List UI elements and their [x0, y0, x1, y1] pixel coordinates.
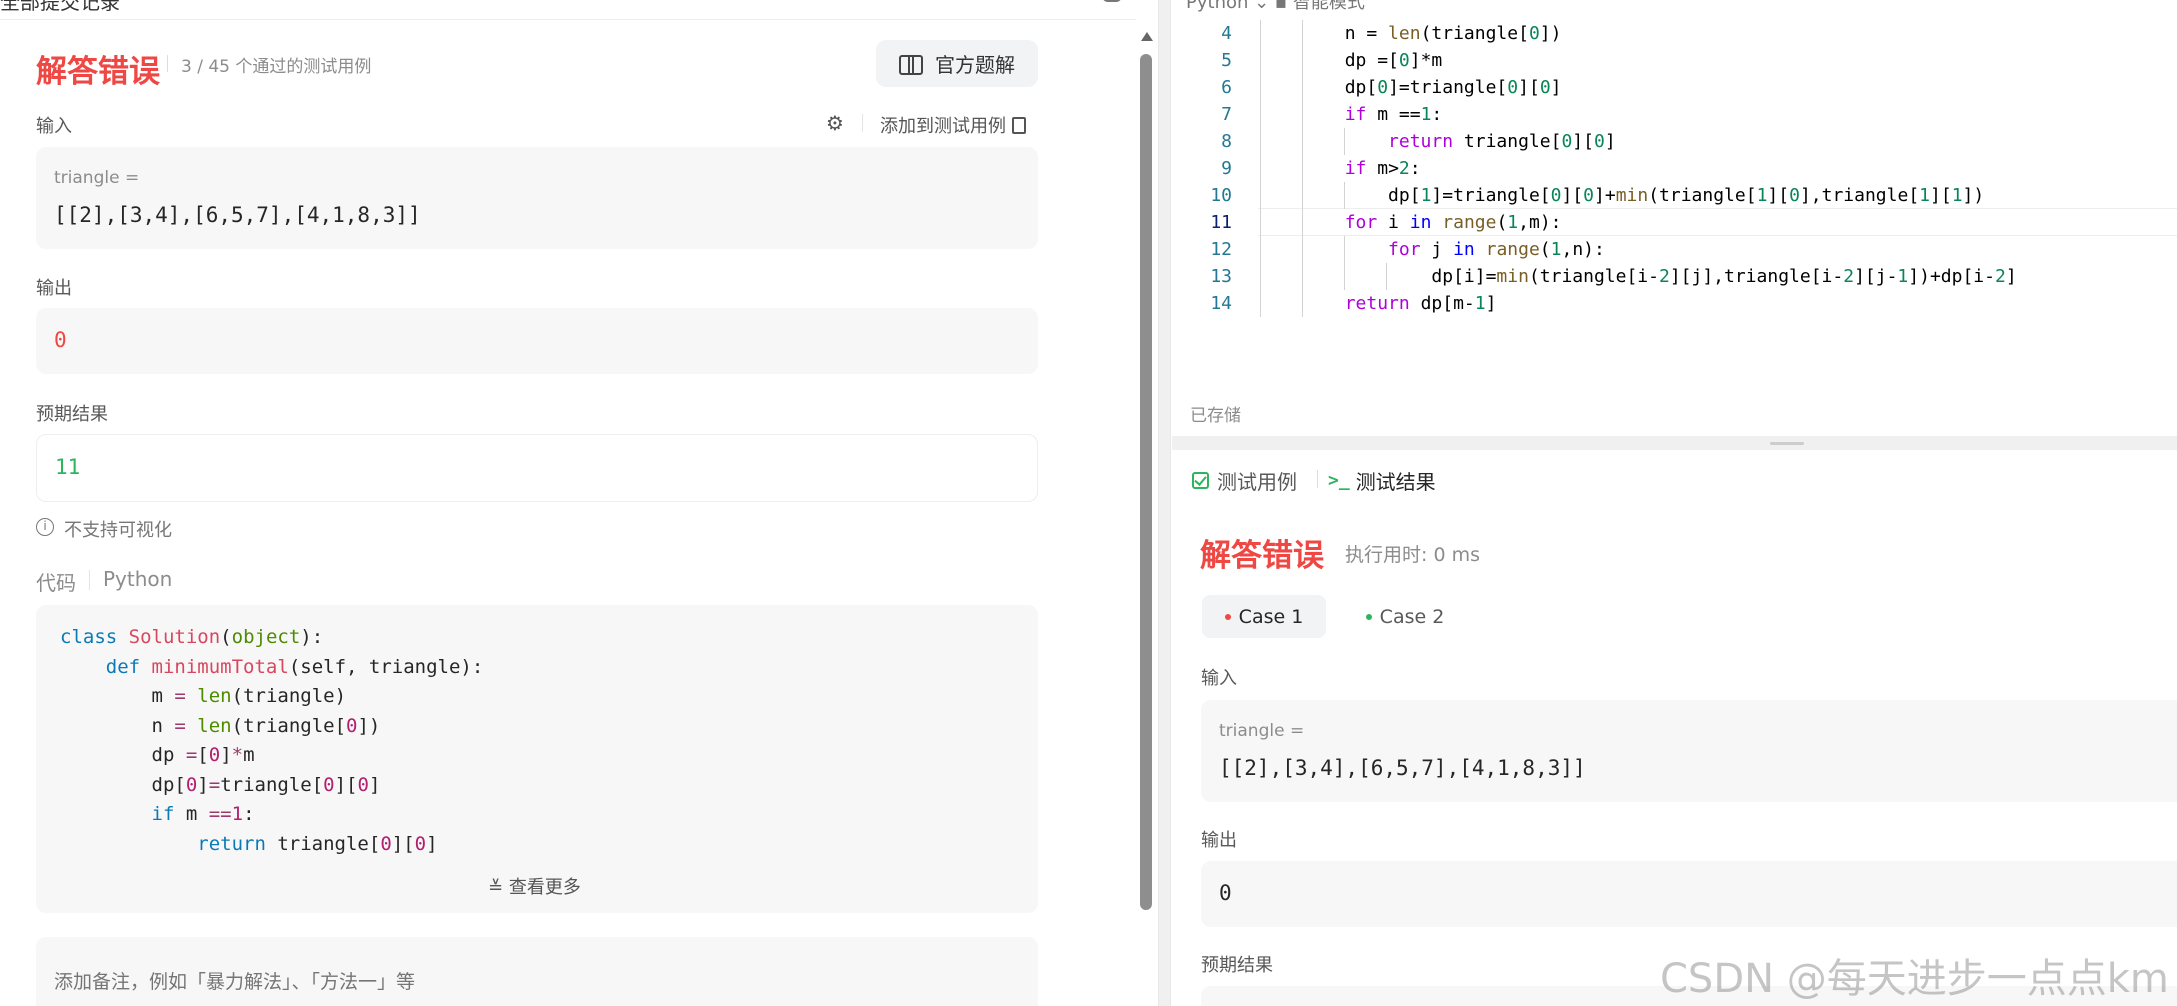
case-1-tab[interactable]: Case 1	[1202, 595, 1326, 638]
submitted-code: class Solution(object): def minimumTotal…	[60, 626, 484, 855]
show-more-button[interactable]: ≚ 查看更多	[488, 873, 581, 899]
line-number: 10	[1210, 185, 1232, 206]
result-output-label: 输出	[1201, 830, 1237, 851]
case-2-label: Case 2	[1379, 605, 1445, 628]
tab-test-result-label: 测试结果	[1355, 470, 1436, 494]
result-output-value: 0	[1219, 881, 1232, 905]
line-number: 11	[1210, 212, 1232, 233]
resize-grip[interactable]	[1770, 442, 1804, 445]
line-number: 13	[1210, 266, 1232, 287]
add-to-testcase-label: 添加到测试用例	[880, 116, 1006, 137]
code-label: 代码	[36, 571, 76, 595]
tab-test-result[interactable]: >_ 测试结果	[1328, 466, 1436, 495]
saved-status: 已存储	[1190, 406, 1241, 426]
fail-dot-icon	[1224, 613, 1231, 620]
expected-box: 11	[36, 434, 1038, 502]
no-visualization-note: 不支持可视化	[64, 520, 172, 541]
line-number: 6	[1221, 77, 1232, 98]
divider	[862, 114, 863, 132]
line-number: 5	[1221, 50, 1232, 71]
debug-icon[interactable]: ⚙	[826, 111, 844, 135]
verdict-title: 解答错误	[36, 54, 160, 90]
code-language: Python	[103, 567, 173, 591]
line-number: 7	[1221, 104, 1232, 125]
result-output-box: 0	[1201, 861, 2177, 927]
note-input[interactable]	[36, 937, 1038, 1006]
result-verdict: 解答错误	[1200, 538, 1324, 574]
terminal-icon: >_	[1328, 470, 1350, 491]
line-number: 9	[1221, 158, 1232, 179]
line-number-gutter: 4 5 6 7 8 9 10 11 12 13 14	[1172, 20, 1232, 317]
editor-code-area[interactable]: n = len(triangle[0]) dp =[0]*m dp[0]=tri…	[1258, 20, 2017, 317]
info-icon: i	[36, 518, 54, 536]
editor-language-selector[interactable]: Python ⌄ ▪ 智能模式	[1186, 0, 1365, 14]
result-input-box: triangle = [[2],[3,4],[6,5,7],[4,1,8,3]]	[1201, 700, 2177, 802]
input-box: triangle = [[2],[3,4],[6,5,7],[4,1,8,3]]	[36, 147, 1038, 249]
expected-label: 预期结果	[36, 404, 108, 425]
submitted-code-block: class Solution(object): def minimumTotal…	[36, 605, 1038, 913]
divider	[89, 570, 90, 590]
input-label: 输入	[36, 116, 72, 137]
line-number: 14	[1210, 293, 1232, 314]
case-2-tab[interactable]: Case 2	[1350, 595, 1460, 638]
breadcrumb[interactable]: 全部提交记录	[0, 0, 120, 15]
chevron-down-icon: ≚	[488, 877, 504, 898]
watermark: CSDN @每天进步一点点km	[1660, 956, 2169, 1002]
left-topbar: 全部提交记录	[0, 0, 1136, 20]
line-number: 8	[1221, 131, 1232, 152]
editor-code[interactable]: n = len(triangle[0]) dp =[0]*m dp[0]=tri…	[1258, 20, 2017, 317]
divider	[167, 55, 168, 72]
result-input-value: [[2],[3,4],[6,5,7],[4,1,8,3]]	[1219, 756, 1586, 780]
input-variable-name: triangle =	[54, 168, 140, 188]
expected-value: 11	[55, 455, 81, 479]
divider	[1317, 470, 1318, 488]
case-1-label: Case 1	[1238, 605, 1304, 628]
pass-dot-icon	[1365, 613, 1372, 620]
checkbox-icon	[1192, 472, 1209, 489]
tab-testcase-label: 测试用例	[1217, 470, 1297, 494]
output-box: 0	[36, 308, 1038, 374]
scroll-up-arrow-icon[interactable]	[1141, 32, 1153, 41]
official-solution-button[interactable]: 官方题解	[876, 40, 1038, 87]
official-solution-label: 官方题解	[935, 53, 1015, 77]
panel-resize-handle[interactable]	[1158, 0, 1171, 1006]
left-scrollbar[interactable]	[1140, 54, 1152, 910]
result-input-variable-name: triangle =	[1219, 721, 1305, 741]
line-number: 4	[1221, 23, 1232, 44]
link-icon[interactable]	[1102, 0, 1122, 2]
passed-testcases-count: 3 / 45 个通过的测试用例	[181, 57, 372, 77]
input-value: [[2],[3,4],[6,5,7],[4,1,8,3]]	[54, 203, 421, 227]
output-label: 输出	[36, 278, 72, 299]
book-icon	[899, 54, 923, 75]
show-more-label: 查看更多	[508, 877, 581, 898]
line-number: 12	[1210, 239, 1232, 260]
tab-testcase[interactable]: 测试用例	[1192, 466, 1297, 495]
horizontal-resize-handle[interactable]	[1172, 436, 2177, 450]
runtime: 执行用时: 0 ms	[1345, 544, 1480, 566]
result-input-label: 输入	[1201, 668, 1237, 689]
add-to-testcase-button[interactable]: 添加到测试用例	[880, 112, 1026, 138]
output-value: 0	[54, 328, 67, 352]
add-document-icon	[1012, 116, 1026, 134]
result-expected-label: 预期结果	[1201, 955, 1273, 976]
submission-detail-panel: 全部提交记录 解答错误 3 / 45 个通过的测试用例 官方题解 输入 ⚙ 添加…	[0, 0, 1136, 1006]
